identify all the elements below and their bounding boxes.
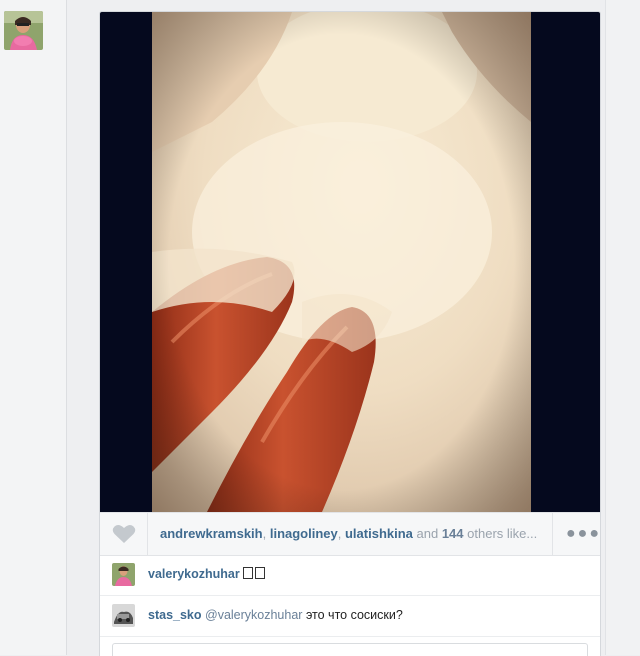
comment-body bbox=[243, 567, 267, 581]
avatar[interactable] bbox=[112, 563, 135, 586]
unsupported-glyph-icon bbox=[255, 567, 266, 579]
liker-separator: , bbox=[262, 526, 270, 541]
post-photo[interactable] bbox=[152, 12, 531, 512]
comment: valerykozhuhar bbox=[100, 555, 600, 596]
and-text: and bbox=[412, 526, 442, 541]
comment-text: stas_sko @valerykozhuhar это что сосиски… bbox=[148, 608, 403, 622]
photo-frame bbox=[100, 12, 600, 512]
liker-link[interactable]: ulatishkina bbox=[345, 526, 413, 541]
post-card: andrewkramskih, linagoliney, ulatishkina… bbox=[99, 11, 601, 656]
owner-avatar[interactable] bbox=[4, 11, 43, 50]
liker-link[interactable]: andrewkramskih bbox=[160, 526, 263, 541]
comment-mention[interactable]: @valerykozhuhar bbox=[205, 608, 302, 622]
left-rail bbox=[0, 0, 67, 655]
comment-body: это что сосиски? bbox=[302, 608, 403, 622]
liker-link[interactable]: linagoliney bbox=[270, 526, 338, 541]
comment-input[interactable] bbox=[112, 643, 588, 656]
heart-icon bbox=[112, 525, 136, 543]
others-count[interactable]: 144 bbox=[442, 526, 464, 541]
comment-username[interactable]: valerykozhuhar bbox=[148, 567, 240, 581]
right-gutter bbox=[605, 0, 640, 655]
action-bar: andrewkramskih, linagoliney, ulatishkina… bbox=[100, 512, 600, 556]
more-options-button[interactable]: ●●● bbox=[552, 513, 600, 555]
likes-summary: andrewkramskih, linagoliney, ulatishkina… bbox=[160, 526, 552, 541]
comment: stas_sko @valerykozhuhar это что сосиски… bbox=[100, 596, 600, 637]
others-text: others like... bbox=[463, 526, 538, 541]
like-button[interactable] bbox=[100, 513, 148, 555]
unsupported-glyph-icon bbox=[243, 567, 254, 579]
liker-separator: , bbox=[337, 526, 345, 541]
avatar[interactable] bbox=[112, 604, 135, 627]
comment-text: valerykozhuhar bbox=[148, 567, 267, 581]
more-dots-icon: ●●● bbox=[566, 525, 601, 542]
comment-username[interactable]: stas_sko bbox=[148, 608, 202, 622]
